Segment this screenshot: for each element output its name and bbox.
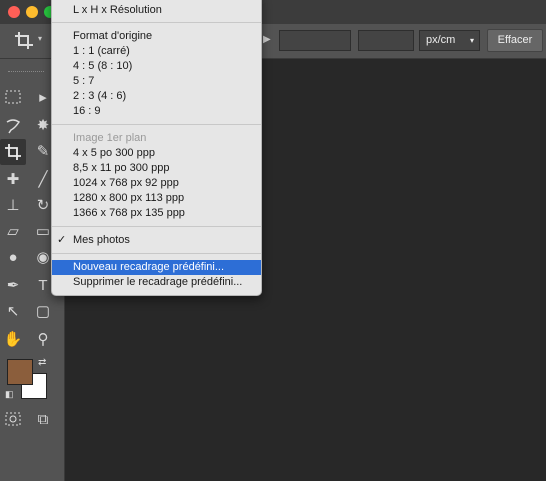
crop-tool-icon[interactable] xyxy=(0,139,26,165)
menu-item-delete-preset[interactable]: Supprimer le recadrage prédéfini... xyxy=(52,275,261,290)
menu-item-preset-1280x800[interactable]: 1280 x 800 px 113 ppp xyxy=(52,191,261,206)
toolbox-grip[interactable] xyxy=(8,71,44,74)
path-selection-icon[interactable]: ↖ xyxy=(0,299,26,325)
menu-separator xyxy=(52,253,261,254)
menu-item-front-image: Image 1er plan xyxy=(73,132,147,144)
menu-item-preset-4x5[interactable]: 4 x 5 po 300 ppp xyxy=(52,146,261,161)
zoom-tool-icon[interactable]: ⚲ xyxy=(30,327,56,353)
foreground-color-swatch[interactable] xyxy=(7,359,33,385)
screen-mode-icon[interactable]: ⧉ xyxy=(30,407,56,433)
healing-brush-icon[interactable]: ✚ xyxy=(0,167,26,193)
unit-select-label: px/cm xyxy=(426,34,456,46)
eraser-icon[interactable]: ▱ xyxy=(0,219,26,245)
default-colors-icon[interactable]: ◧ xyxy=(5,389,14,400)
stamp-tool-icon[interactable]: ⊥ xyxy=(0,193,26,219)
swap-arrow-icon[interactable]: ▶ xyxy=(263,34,271,45)
menu-item-new-preset[interactable]: Nouveau recadrage prédéfini... xyxy=(52,260,261,275)
menu-separator xyxy=(52,226,261,227)
menu-item-ratio-1-1[interactable]: 1 : 1 (carré) xyxy=(52,44,261,59)
menu-item-preset-8-5x11[interactable]: 8,5 x 11 po 300 ppp xyxy=(52,161,261,176)
quick-mask-icon[interactable] xyxy=(0,407,26,433)
marquee-tool-icon[interactable] xyxy=(0,85,26,111)
crop-icon[interactable] xyxy=(14,31,34,51)
menu-item-size-resolution[interactable]: L x H x Résolution xyxy=(52,3,261,18)
swap-colors-icon[interactable]: ⇄ xyxy=(38,357,46,368)
menu-item-my-photos-label: Mes photos xyxy=(73,234,130,246)
menu-item-my-photos[interactable]: ✓ Mes photos xyxy=(52,233,261,248)
pen-tool-icon[interactable]: ✒ xyxy=(0,273,26,299)
width-input[interactable] xyxy=(279,30,351,51)
crop-preset-menu: L x H x Résolution Format d'origine 1 : … xyxy=(51,0,262,296)
menu-separator xyxy=(52,124,261,125)
menu-item-ratio-16-9[interactable]: 16 : 9 xyxy=(52,104,261,119)
lasso-tool-icon[interactable] xyxy=(0,113,26,139)
menu-item-preset-1366x768[interactable]: 1366 x 768 px 135 ppp xyxy=(52,206,261,221)
clear-button[interactable]: Effacer xyxy=(487,29,543,52)
minimize-window-button[interactable] xyxy=(26,6,38,18)
shape-tool-icon[interactable]: ▢ xyxy=(30,299,56,325)
chevron-down-icon: ▾ xyxy=(469,36,474,45)
hand-tool-icon[interactable]: ✋ xyxy=(0,327,26,353)
menu-item-ratio-5-7[interactable]: 5 : 7 xyxy=(52,74,261,89)
unit-select[interactable]: px/cm ▾ xyxy=(419,30,480,51)
chevron-down-icon[interactable]: ▾ xyxy=(38,34,42,43)
menu-item-ratio-4-5[interactable]: 4 : 5 (8 : 10) xyxy=(52,59,261,74)
menu-separator xyxy=(52,22,261,23)
menu-item-original-ratio[interactable]: Format d'origine xyxy=(52,29,261,44)
menu-item-preset-1024x768[interactable]: 1024 x 768 px 92 ppp xyxy=(52,176,261,191)
close-window-button[interactable] xyxy=(8,6,20,18)
resolution-input[interactable] xyxy=(358,30,414,51)
menu-item-ratio-2-3[interactable]: 2 : 3 (4 : 6) xyxy=(52,89,261,104)
blur-tool-icon[interactable]: ● xyxy=(0,245,26,271)
checkmark-icon: ✓ xyxy=(57,234,67,246)
